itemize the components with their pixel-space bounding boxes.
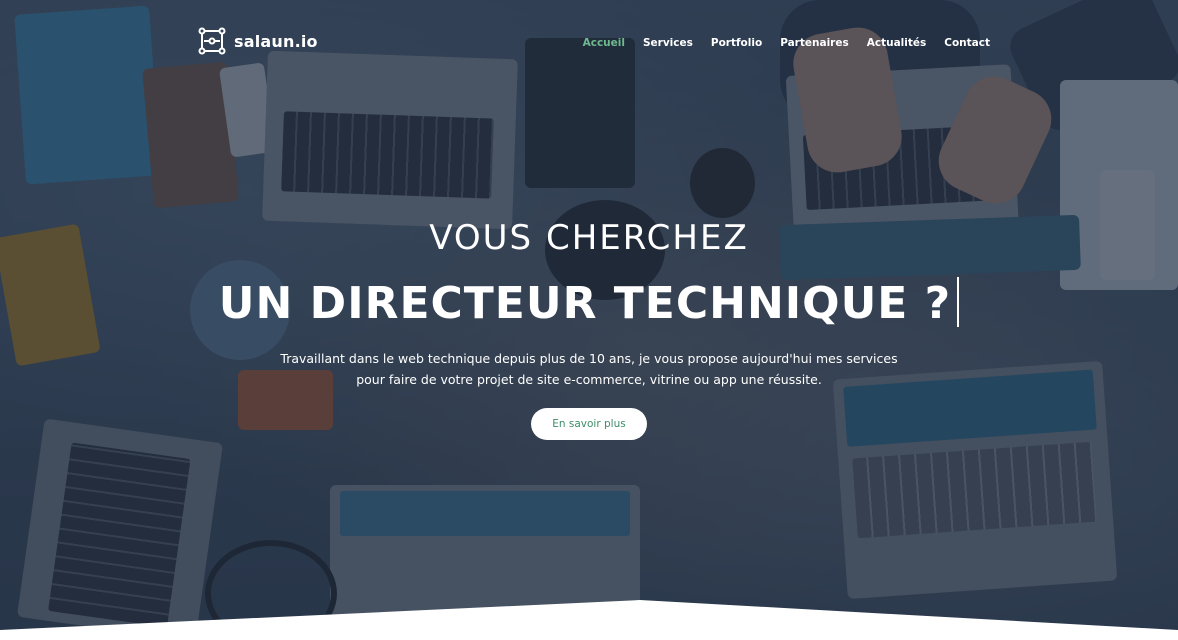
hero-headline: UN DIRECTEUR TECHNIQUE ? bbox=[0, 277, 1178, 331]
hero-section: salaun.io Accueil Services Portfolio Par… bbox=[0, 0, 1178, 640]
hero-kicker: VOUS CHERCHEZ bbox=[429, 218, 749, 258]
hero-description: Travaillant dans le web technique depuis… bbox=[0, 348, 1178, 390]
hero-headline-text: UN DIRECTEUR TECHNIQUE ? bbox=[218, 278, 952, 329]
learn-more-button[interactable]: En savoir plus bbox=[531, 408, 647, 440]
hero-content: VOUS CHERCHEZ UN DIRECTEUR TECHNIQUE ? T… bbox=[0, 0, 1178, 640]
hero-description-line: Travaillant dans le web technique depuis… bbox=[280, 351, 898, 366]
hero-description-line: pour faire de votre projet de site e-com… bbox=[356, 372, 822, 387]
typing-cursor bbox=[957, 277, 960, 327]
